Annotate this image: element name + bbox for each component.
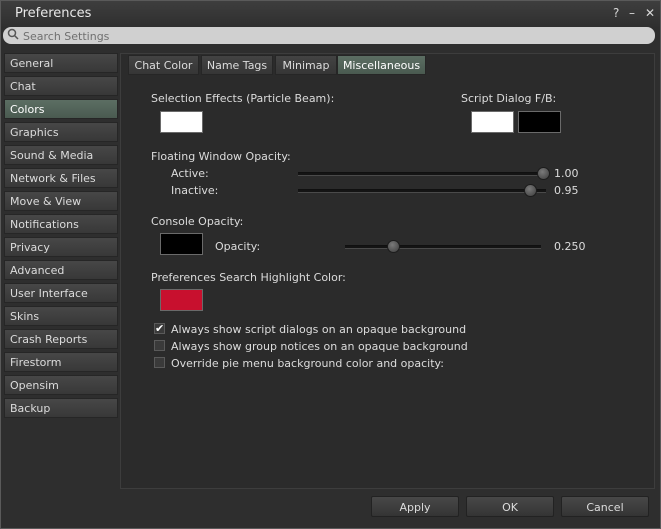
script-dialog-fg-swatch[interactable]: [471, 111, 514, 133]
console-opacity-thumb[interactable]: [387, 240, 400, 253]
help-icon[interactable]: ?: [613, 6, 619, 20]
inactive-opacity-thumb[interactable]: [524, 184, 537, 197]
sidebar-item-move-view[interactable]: Move & View: [4, 191, 118, 211]
console-opacity-text: Opacity:: [215, 240, 261, 253]
sidebar-item-general[interactable]: General: [4, 53, 118, 73]
sidebar-item-chat[interactable]: Chat: [4, 76, 118, 96]
checkbox-group-notices-label: Always show group notices on an opaque b…: [171, 340, 468, 353]
window-title: Preferences: [15, 6, 92, 21]
checkbox-group-notices-opaque[interactable]: [154, 340, 165, 351]
sidebar-item-colors[interactable]: Colors: [4, 99, 118, 119]
sidebar-item-crash-reports[interactable]: Crash Reports: [4, 329, 118, 349]
checkbox-override-pie-menu[interactable]: [154, 357, 165, 368]
checkbox-script-dialogs-label: Always show script dialogs on an opaque …: [171, 323, 467, 336]
highlight-color-label: Preferences Search Highlight Color:: [151, 271, 346, 284]
sidebar-item-skins[interactable]: Skins: [4, 306, 118, 326]
tab-minimap[interactable]: Minimap: [275, 55, 337, 75]
inactive-opacity-track[interactable]: [298, 189, 546, 193]
console-opacity-label: Console Opacity:: [151, 215, 244, 228]
selection-effects-label: Selection Effects (Particle Beam):: [151, 92, 335, 105]
script-dialog-bg-swatch[interactable]: [518, 111, 561, 133]
console-color-swatch[interactable]: [160, 233, 203, 255]
search-input[interactable]: [21, 27, 645, 46]
sidebar-item-network-files[interactable]: Network & Files: [4, 168, 118, 188]
console-opacity-value: 0.250: [554, 240, 586, 253]
cancel-button[interactable]: Cancel: [561, 496, 649, 517]
minimize-icon[interactable]: –: [629, 6, 635, 20]
tab-miscellaneous[interactable]: Miscellaneous: [337, 55, 426, 75]
script-dialog-label: Script Dialog F/B:: [461, 92, 557, 105]
close-icon[interactable]: ✕: [645, 6, 655, 20]
sidebar-item-notifications[interactable]: Notifications: [4, 214, 118, 234]
apply-button[interactable]: Apply: [371, 496, 459, 517]
tab-chat-color[interactable]: Chat Color: [128, 55, 199, 75]
active-opacity-label: Active:: [171, 167, 209, 180]
tab-name-tags[interactable]: Name Tags: [201, 55, 273, 75]
checkbox-script-dialogs-opaque[interactable]: ✔: [154, 323, 165, 334]
inactive-opacity-value: 0.95: [554, 184, 579, 197]
sidebar-item-opensim[interactable]: Opensim: [4, 375, 118, 395]
highlight-color-swatch[interactable]: [160, 289, 203, 311]
active-opacity-track[interactable]: [298, 172, 546, 176]
inactive-opacity-label: Inactive:: [171, 184, 219, 197]
selection-effects-swatch[interactable]: [160, 111, 203, 133]
search-bar[interactable]: [3, 27, 655, 46]
sidebar-item-advanced[interactable]: Advanced: [4, 260, 118, 280]
title-bar[interactable]: Preferences ? – ✕: [1, 1, 660, 27]
sidebar-item-firestorm[interactable]: Firestorm: [4, 352, 118, 372]
active-opacity-value: 1.00: [554, 167, 579, 180]
ok-button[interactable]: OK: [466, 496, 554, 517]
console-opacity-track[interactable]: [345, 245, 541, 249]
sidebar-item-graphics[interactable]: Graphics: [4, 122, 118, 142]
active-opacity-thumb[interactable]: [537, 167, 550, 180]
sidebar-item-backup[interactable]: Backup: [4, 398, 118, 418]
sidebar-item-user-interface[interactable]: User Interface: [4, 283, 118, 303]
floating-opacity-label: Floating Window Opacity:: [151, 150, 291, 163]
checkbox-override-pie-menu-label: Override pie menu background color and o…: [171, 357, 444, 370]
search-icon: [7, 28, 19, 43]
sidebar-item-sound-media[interactable]: Sound & Media: [4, 145, 118, 165]
sidebar-item-privacy[interactable]: Privacy: [4, 237, 118, 257]
